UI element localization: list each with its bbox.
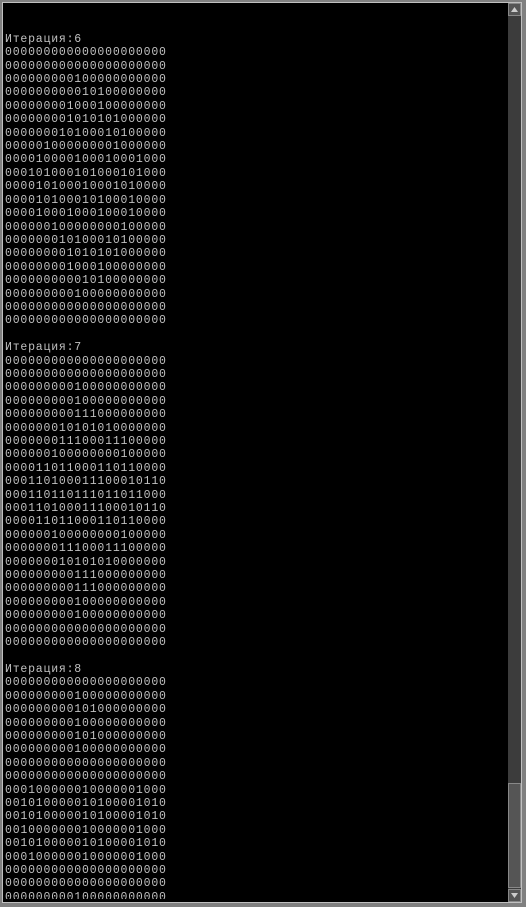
scroll-down-button[interactable] [508,889,521,902]
console-text: Итерация:6 000000000000000000000 0000000… [5,33,507,899]
scroll-thumb[interactable] [508,783,521,888]
scroll-up-button[interactable] [508,3,521,16]
chevron-up-icon [509,4,520,15]
console-output: Итерация:6 000000000000000000000 0000000… [5,6,507,899]
console-window: Итерация:6 000000000000000000000 0000000… [2,2,522,903]
chevron-down-icon [509,890,520,901]
vertical-scrollbar[interactable] [508,3,521,902]
